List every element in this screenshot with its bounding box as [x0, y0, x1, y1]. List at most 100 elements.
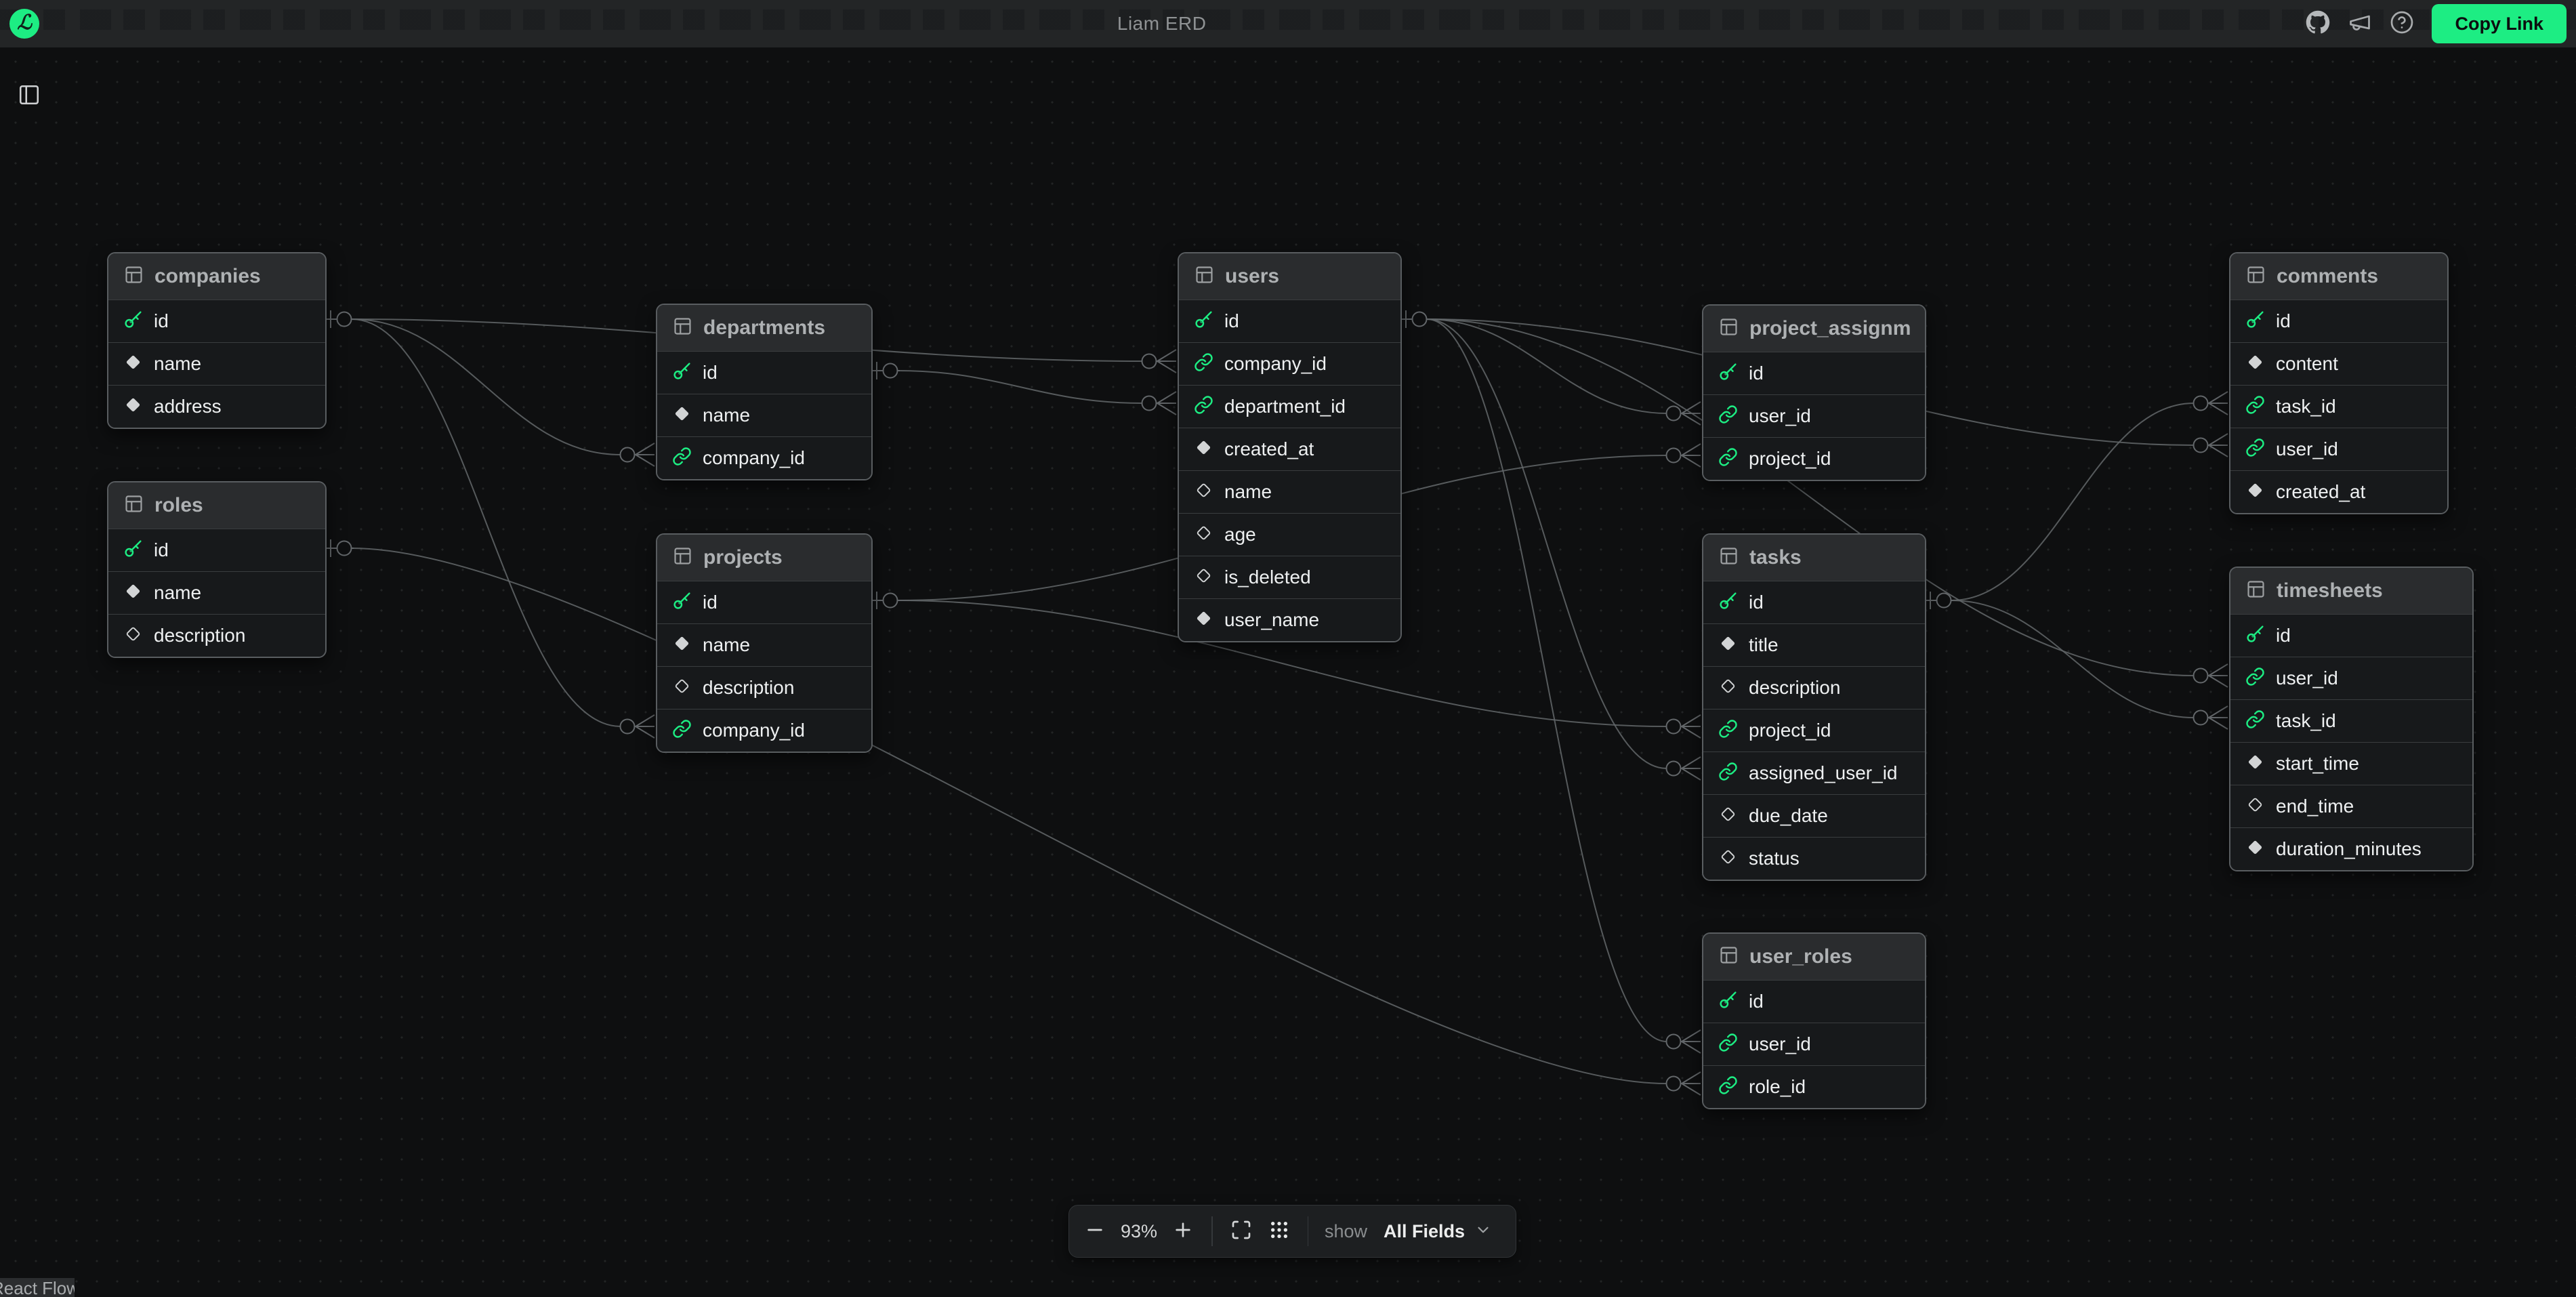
field-row-timesheets-task_id[interactable]: task_id [2230, 699, 2472, 742]
field-row-timesheets-id[interactable]: id [2230, 614, 2472, 657]
fit-view-icon [1230, 1219, 1252, 1244]
field-row-companies-name[interactable]: name [108, 342, 325, 385]
table-header[interactable]: users [1179, 253, 1400, 300]
minus-icon [1084, 1219, 1106, 1244]
zoom-out-button[interactable] [1076, 1212, 1114, 1250]
diamond-open-icon [123, 624, 143, 647]
field-row-tasks-project_id[interactable]: project_id [1703, 709, 1925, 752]
table-node-users[interactable]: users id company_iddepartment_idcreated_at… [1178, 252, 1402, 642]
zoom-level: 93% [1114, 1221, 1164, 1242]
field-row-users-name[interactable]: name [1179, 470, 1400, 513]
table-header[interactable]: departments [657, 305, 871, 351]
field-row-roles-description[interactable]: description [108, 614, 325, 657]
table-node-projects[interactable]: projectsidnamedescriptioncompany_id [656, 533, 873, 753]
table-header[interactable]: comments [2230, 253, 2447, 300]
field-row-users-is_deleted[interactable]: is_deleted [1179, 556, 1400, 598]
field-row-companies-id[interactable]: id [108, 300, 325, 342]
field-row-projects-id[interactable]: id [657, 581, 871, 623]
field-label: id [1224, 310, 1239, 332]
field-row-tasks-due_date[interactable]: due_date [1703, 794, 1925, 837]
table-header[interactable]: tasks [1703, 535, 1925, 581]
field-label: project_id [1749, 448, 1831, 470]
field-row-comments-id[interactable]: id [2230, 300, 2447, 342]
field-label: end_time [2276, 796, 2354, 817]
field-row-users-created_at[interactable]: created_at [1179, 428, 1400, 470]
field-row-roles-name[interactable]: name [108, 571, 325, 614]
field-row-companies-address[interactable]: address [108, 385, 325, 428]
plus-icon [1172, 1219, 1194, 1244]
table-header[interactable]: projects [657, 535, 871, 581]
chevron-down-icon [1474, 1221, 1492, 1242]
github-button[interactable] [2300, 6, 2335, 41]
field-row-comments-task_id[interactable]: task_id [2230, 385, 2447, 428]
erd-canvas[interactable]: companiesidnameaddressrolesidnamedescrip… [0, 47, 2576, 1294]
field-row-timesheets-end_time[interactable]: end_time [2230, 785, 2472, 827]
help-button[interactable] [2384, 6, 2419, 41]
field-row-timesheets-user_id[interactable]: user_id [2230, 657, 2472, 699]
field-row-projects-description[interactable]: description [657, 666, 871, 709]
zoom-in-button[interactable] [1164, 1212, 1202, 1250]
field-row-tasks-id[interactable]: id [1703, 581, 1925, 623]
field-row-departments-name[interactable]: name [657, 394, 871, 436]
link-icon [1718, 719, 1738, 742]
field-row-project_assignments-user_id[interactable]: user_id [1703, 394, 1925, 437]
table-node-user_roles[interactable]: user_rolesiduser_id role_id [1702, 932, 1926, 1109]
link-icon [1718, 1033, 1738, 1056]
field-row-tasks-description[interactable]: description [1703, 666, 1925, 709]
table-title: comments [2277, 265, 2378, 288]
field-label: role_id [1749, 1076, 1806, 1098]
field-row-projects-company_id[interactable]: company_id [657, 709, 871, 752]
fit-view-button[interactable] [1222, 1212, 1260, 1250]
field-row-timesheets-duration_minutes[interactable]: duration_minutes [2230, 827, 2472, 870]
field-row-users-age[interactable]: age [1179, 513, 1400, 556]
table-node-comments[interactable]: comments id contenttask_iduser_idcreated_a… [2229, 252, 2449, 514]
field-row-comments-user_id[interactable]: user_id [2230, 428, 2447, 470]
fields-filter-dropdown[interactable]: All Fields [1377, 1212, 1499, 1250]
field-row-project_assignments-project_id[interactable]: project_id [1703, 437, 1925, 480]
field-row-users-id[interactable]: id [1179, 300, 1400, 342]
sidebar-toggle-button[interactable] [14, 81, 45, 111]
table-node-roles[interactable]: rolesidnamedescription [107, 481, 327, 658]
table-node-departments[interactable]: departmentsidname company_id [656, 304, 873, 480]
field-row-user_roles-role_id[interactable]: role_id [1703, 1065, 1925, 1108]
liam-logo[interactable]: ℒ [9, 9, 39, 39]
link-icon [672, 447, 692, 470]
table-node-companies[interactable]: companiesidnameaddress [107, 252, 327, 429]
field-row-tasks-assigned_user_id[interactable]: assigned_user_id [1703, 752, 1925, 794]
field-row-tasks-title[interactable]: title [1703, 623, 1925, 666]
link-icon [1718, 1075, 1738, 1098]
diamond-open-icon [1718, 847, 1738, 870]
table-node-project_assignments[interactable]: project_assignme…iduser_id project_id [1702, 304, 1926, 481]
table-header[interactable]: user_roles [1703, 934, 1925, 980]
table-header[interactable]: project_assignme… [1703, 306, 1925, 352]
field-row-users-department_id[interactable]: department_id [1179, 385, 1400, 428]
tidy-up-button[interactable] [1260, 1212, 1298, 1250]
field-label: company_id [703, 447, 805, 469]
field-row-timesheets-start_time[interactable]: start_time [2230, 742, 2472, 785]
field-row-user_roles-user_id[interactable]: user_id [1703, 1023, 1925, 1065]
field-row-comments-content[interactable]: content [2230, 342, 2447, 385]
table-node-tasks[interactable]: tasksidtitledescriptionproject_idassigne… [1702, 533, 1926, 881]
field-label: id [2276, 310, 2291, 332]
table-icon [1718, 945, 1739, 969]
field-row-user_roles-id[interactable]: id [1703, 980, 1925, 1023]
field-row-departments-id[interactable]: id [657, 351, 871, 394]
field-row-projects-name[interactable]: name [657, 623, 871, 666]
field-row-users-user_name[interactable]: user_name [1179, 598, 1400, 641]
table-header[interactable]: timesheets [2230, 568, 2472, 614]
field-row-departments-company_id[interactable]: company_id [657, 436, 871, 479]
field-row-tasks-status[interactable]: status [1703, 837, 1925, 880]
field-row-comments-created_at[interactable]: created_at [2230, 470, 2447, 513]
field-row-project_assignments-id[interactable]: id [1703, 352, 1925, 394]
copy-link-button[interactable]: Copy Link [2432, 4, 2567, 43]
link-icon [672, 719, 692, 742]
table-header[interactable]: companies [108, 253, 325, 300]
table-header[interactable]: roles [108, 482, 325, 529]
release-notes-button[interactable] [2342, 6, 2377, 41]
topbar-actions: Copy Link [2300, 0, 2567, 47]
field-label: task_id [2276, 710, 2336, 732]
table-node-timesheets[interactable]: timesheetsiduser_id task_id start_time end_… [2229, 567, 2474, 871]
key-icon [123, 310, 143, 333]
field-row-roles-id[interactable]: id [108, 529, 325, 571]
field-row-users-company_id[interactable]: company_id [1179, 342, 1400, 385]
